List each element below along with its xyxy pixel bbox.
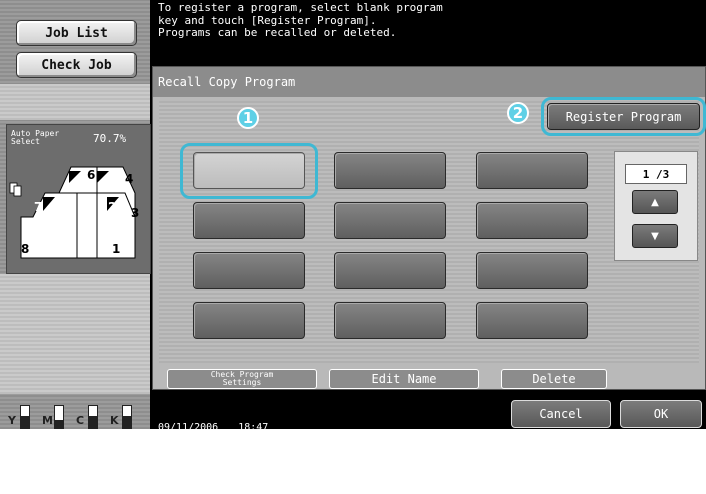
toner-levels: Y M C K	[6, 398, 149, 429]
program-slot-1-3[interactable]	[476, 152, 588, 189]
toner-label: Y	[8, 414, 16, 427]
paper-layout-panel: Auto Paper Select 70.7% 5 6 4 7 2 3 8 1	[6, 124, 151, 274]
toner-bar	[122, 405, 132, 429]
check-job-button[interactable]: Check Job	[16, 52, 137, 78]
page-number-4: 4	[125, 172, 133, 186]
duplex-icon	[9, 182, 22, 197]
copier-screen: Job List Check Job Auto Paper Select 70.…	[0, 0, 706, 469]
toner-black: K	[108, 402, 136, 429]
arrow-up-icon: ▲	[651, 196, 659, 208]
page-number-3: 3	[131, 206, 139, 220]
toner-label: K	[110, 414, 119, 427]
panel-titlebar: Recall Copy Program	[153, 67, 705, 97]
program-slot-2-1[interactable]	[193, 202, 305, 239]
status-time: 18:47	[238, 422, 269, 433]
program-slot-1-1[interactable]	[193, 152, 305, 189]
toner-magenta: M	[40, 402, 68, 429]
toner-cyan: C	[74, 402, 102, 429]
job-list-button[interactable]: Job List	[16, 20, 137, 46]
program-slot-1-2[interactable]	[334, 152, 446, 189]
toner-fill	[123, 415, 131, 428]
toner-bar	[54, 405, 64, 429]
instruction-message: To register a program, select blank prog…	[158, 1, 443, 39]
step-1-marker: 1	[237, 107, 259, 129]
program-slot-3-1[interactable]	[193, 252, 305, 289]
edit-name-button[interactable]: Edit Name	[329, 369, 479, 389]
toner-bar	[88, 405, 98, 429]
page-indicator: 1 /3	[625, 164, 687, 184]
toner-bar	[20, 405, 30, 429]
auto-paper-label: Auto Paper Select	[11, 129, 60, 146]
program-slot-2-2[interactable]	[334, 202, 446, 239]
toner-label: M	[42, 414, 53, 427]
page-navigator: 1 /3 ▲ ▼	[614, 151, 698, 261]
arrow-down-icon: ▼	[651, 230, 659, 242]
sidebar-spacer	[0, 274, 150, 394]
register-program-button[interactable]: Register Program	[547, 103, 700, 130]
ok-button[interactable]: OK	[620, 400, 702, 428]
status-area: 09/11/2006 18:47 Memory 100%	[158, 398, 268, 494]
check-program-settings-button[interactable]: Check Program Settings	[167, 369, 317, 389]
step-2-marker: 2	[507, 102, 529, 124]
memory-value: 100%	[224, 458, 249, 469]
program-slot-3-3[interactable]	[476, 252, 588, 289]
delete-button[interactable]: Delete	[501, 369, 607, 389]
program-slot-4-1[interactable]	[193, 302, 305, 339]
check-program-settings-label: Check Program Settings	[210, 370, 274, 387]
left-sidebar: Job List Check Job Auto Paper Select 70.…	[0, 0, 151, 429]
page-down-button[interactable]: ▼	[632, 224, 678, 248]
toner-label: C	[76, 414, 85, 427]
page-number-1: 1	[112, 242, 120, 256]
page-number-2: 2	[108, 200, 116, 214]
program-slot-4-3[interactable]	[476, 302, 588, 339]
page-number-8: 8	[21, 242, 29, 256]
zoom-ratio: 70.7%	[93, 132, 127, 145]
status-date: 09/11/2006	[158, 422, 219, 433]
toner-fill	[55, 420, 63, 428]
page-layout-diagram: 5 6 4 7 2 3 8 1	[9, 166, 139, 259]
program-slot-2-3[interactable]	[476, 202, 588, 239]
toner-yellow: Y	[6, 402, 34, 429]
panel-title: Recall Copy Program	[158, 75, 296, 89]
page-up-button[interactable]: ▲	[632, 190, 678, 214]
cancel-button[interactable]: Cancel	[511, 400, 611, 428]
page-number-6: 6	[87, 168, 95, 182]
sidebar-divider	[0, 84, 150, 120]
program-slot-3-2[interactable]	[334, 252, 446, 289]
toner-fill	[21, 415, 29, 428]
page-number-7: 7	[34, 200, 42, 214]
memory-label: Memory	[158, 458, 195, 469]
program-slot-4-2[interactable]	[334, 302, 446, 339]
toner-fill	[89, 415, 97, 428]
page-number-5: 5	[75, 174, 83, 188]
